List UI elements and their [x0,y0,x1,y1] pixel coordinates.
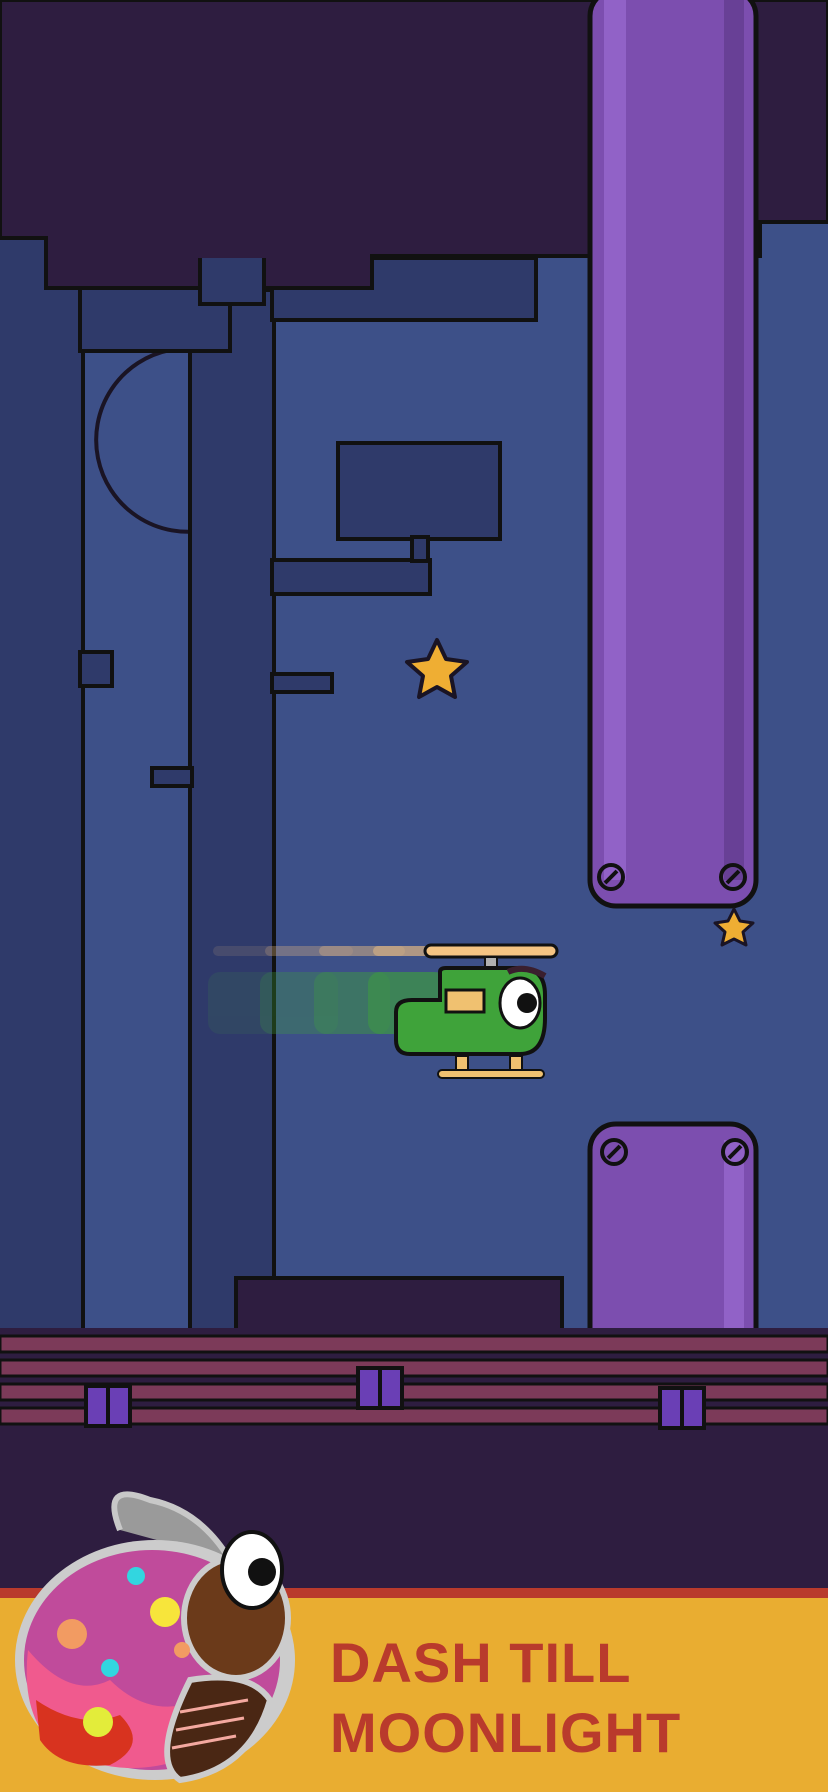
tagline: DASH TILL MOONLIGHT [330,1628,810,1768]
tagline-line-2: MOONLIGHT [330,1701,682,1764]
ground-floor [0,1328,828,1432]
game-scene [0,0,828,1432]
pipe-top [587,0,759,909]
tagline-line-1: DASH TILL [330,1631,632,1694]
